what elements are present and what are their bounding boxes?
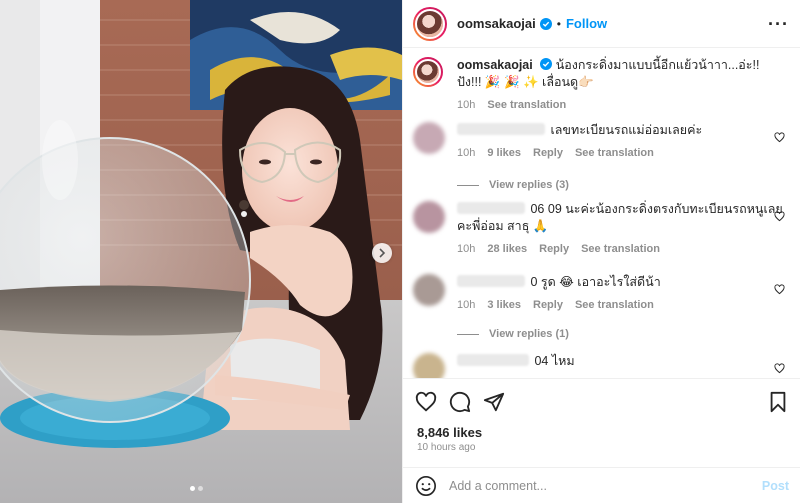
comment-item: 06 09 นะค่ะน้องกระดิ่งตรงกับทะเบียนรถหนู…	[413, 201, 785, 258]
avatar[interactable]	[415, 59, 441, 85]
reply-button[interactable]: Reply	[539, 241, 569, 258]
see-translation-link[interactable]: See translation	[575, 145, 654, 162]
emoji-icon[interactable]	[415, 475, 437, 497]
see-translation-link[interactable]: See translation	[575, 297, 654, 314]
comment-meta: 10h 3 likes Reply See translation	[457, 297, 783, 314]
blurred-username[interactable]	[457, 275, 525, 287]
heart-icon[interactable]	[774, 284, 785, 295]
share-icon[interactable]	[483, 391, 505, 413]
author-username[interactable]: oomsakaojai	[457, 16, 536, 31]
post-actions: 8,846 likes 10 hours ago	[403, 378, 800, 458]
view-replies-button[interactable]: View replies (3)	[457, 179, 569, 191]
separator-dot: •	[556, 16, 561, 31]
caption: oomsakaojai น้องกระดิ่งมาแบบนี้อีกแย้วน้…	[413, 57, 783, 114]
comment-icon[interactable]	[449, 391, 471, 413]
heart-icon[interactable]	[774, 211, 785, 222]
avatar[interactable]	[413, 122, 445, 154]
verified-badge-icon	[539, 17, 552, 30]
avatar[interactable]	[415, 8, 445, 39]
add-comment-bar: Post	[403, 467, 800, 503]
view-replies-label: View replies (3)	[489, 179, 569, 191]
instagram-post-dialog: oomsakaojai • Follow ··· oomsakaojai น้อ…	[0, 0, 800, 503]
more-options-icon[interactable]: ···	[768, 14, 789, 35]
comment-input[interactable]	[449, 478, 762, 493]
reply-button[interactable]: Reply	[533, 145, 563, 162]
view-replies-label: View replies (1)	[489, 328, 569, 340]
carousel-dot	[198, 486, 203, 491]
post-header: oomsakaojai • Follow ···	[403, 0, 800, 48]
heart-icon[interactable]	[415, 391, 437, 413]
see-translation-link[interactable]: See translation	[581, 241, 660, 258]
comment-likes[interactable]: 3 likes	[487, 297, 521, 314]
divider-line	[457, 333, 479, 335]
author-avatar-ring[interactable]	[413, 6, 447, 41]
blurred-username[interactable]	[457, 202, 525, 214]
comment-meta: 10h 28 likes Reply See translation	[457, 241, 783, 258]
post-photo	[0, 0, 402, 503]
action-icons	[415, 391, 505, 413]
carousel-next-button[interactable]	[372, 243, 392, 263]
carousel-indicator	[190, 486, 203, 491]
comments-list[interactable]: oomsakaojai น้องกระดิ่งมาแบบนี้อีกแย้วน้…	[403, 49, 800, 378]
avatar[interactable]	[413, 201, 445, 233]
likes-count[interactable]: 8,846 likes	[417, 425, 482, 440]
bookmark-icon[interactable]	[767, 391, 789, 413]
divider-line	[457, 184, 479, 186]
verified-badge-icon	[540, 58, 553, 70]
comment-meta: 10h 9 likes Reply See translation	[457, 145, 783, 162]
avatar[interactable]	[413, 353, 445, 378]
caption-time[interactable]: 10h	[457, 97, 475, 114]
heart-icon[interactable]	[774, 363, 785, 374]
caption-username[interactable]: oomsakaojai	[457, 58, 533, 72]
caption-meta: 10h See translation	[457, 97, 783, 114]
carousel-dot-active	[190, 486, 195, 491]
comment-text: เลขทะเบียนรถแม่อ่อมเลยค่ะ	[550, 123, 703, 137]
comment-time[interactable]: 10h	[457, 241, 475, 258]
caption-avatar-ring[interactable]	[413, 57, 443, 87]
blurred-username[interactable]	[457, 123, 545, 135]
reply-button[interactable]: Reply	[533, 297, 563, 314]
comment-item: 0 รูด 😂 เอาอะไรใส่ดีน้า 10h 3 likes Repl…	[413, 274, 785, 314]
follow-button[interactable]: Follow	[566, 16, 607, 31]
see-translation-link[interactable]: See translation	[487, 97, 566, 114]
comment-likes[interactable]: 28 likes	[487, 241, 527, 258]
comment-item: เลขทะเบียนรถแม่อ่อมเลยค่ะ 10h 9 likes Re…	[413, 122, 785, 162]
comment-time[interactable]: 10h	[457, 145, 475, 162]
post-time[interactable]: 10 hours ago	[417, 442, 475, 453]
post-comment-button[interactable]: Post	[762, 479, 789, 493]
post-side-panel: oomsakaojai • Follow ··· oomsakaojai น้อ…	[402, 0, 800, 503]
comment-item: 04 ไหม	[413, 353, 785, 378]
comment-text: 04 ไหม	[534, 354, 575, 368]
comment-time[interactable]: 10h	[457, 297, 475, 314]
view-replies-button[interactable]: View replies (1)	[457, 328, 569, 340]
post-media[interactable]	[0, 0, 402, 503]
comment-text: 0 รูด 😂 เอาอะไรใส่ดีน้า	[530, 275, 661, 289]
heart-icon[interactable]	[774, 132, 785, 143]
comment-likes[interactable]: 9 likes	[487, 145, 521, 162]
blurred-username[interactable]	[457, 354, 529, 366]
avatar[interactable]	[413, 274, 445, 306]
chevron-right-icon	[379, 248, 386, 258]
